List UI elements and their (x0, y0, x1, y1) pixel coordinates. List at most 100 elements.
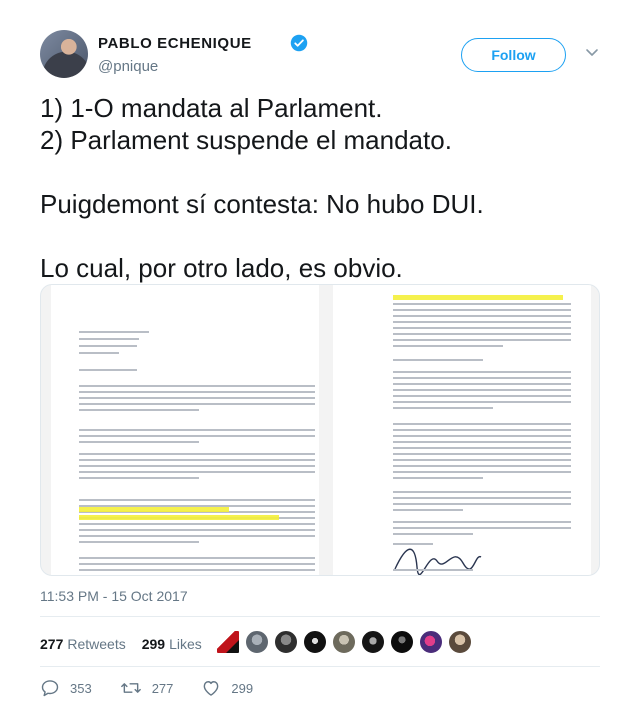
avatar[interactable] (332, 630, 356, 654)
retweet-icon (120, 683, 141, 693)
document-text-line (393, 327, 571, 329)
avatar[interactable] (40, 30, 88, 78)
attached-image[interactable] (40, 284, 600, 576)
tweet-line: Lo cual, por otro lado, es obvio. (40, 253, 403, 283)
document-text-line (79, 523, 315, 525)
document-text-line (393, 407, 493, 409)
like-button[interactable]: 299 (201, 678, 253, 698)
likers-avatars (216, 630, 477, 654)
document-text-line (393, 377, 571, 379)
document-text-line (393, 459, 571, 461)
document-text-line (393, 389, 571, 391)
avatar[interactable] (419, 630, 443, 654)
document-text-line (393, 527, 571, 529)
tweet-line (40, 156, 600, 188)
document-text-line (79, 369, 137, 371)
tweet-actions: 353 277 299 (40, 678, 281, 698)
author-handle[interactable]: @pnique (98, 58, 158, 75)
likes-label[interactable]: Likes (169, 636, 202, 652)
reply-count: 353 (70, 680, 92, 696)
document-text-line (393, 465, 571, 467)
document-text-line (79, 535, 315, 537)
avatar[interactable] (390, 630, 414, 654)
chevron-down-icon[interactable] (584, 44, 600, 60)
verified-badge-icon (290, 34, 308, 52)
avatar[interactable] (448, 630, 472, 654)
document-text-line (79, 575, 315, 576)
document-text-line (393, 395, 571, 397)
document-text-line (393, 509, 463, 511)
likes-count[interactable]: 299 (142, 636, 165, 652)
document-highlight (393, 295, 563, 300)
document-text-line (393, 435, 571, 437)
tweet-stats: 277 Retweets 299 Likes (40, 632, 202, 656)
document-text-line (393, 453, 571, 455)
tweet-line: Puigdemont sí contesta: No hubo DUI. (40, 189, 484, 219)
avatar[interactable] (245, 630, 269, 654)
like-count: 299 (231, 680, 254, 696)
avatar[interactable] (274, 630, 298, 654)
document-text-line (79, 459, 315, 461)
document-text-line (79, 403, 315, 405)
follow-button[interactable]: Follow (461, 38, 566, 72)
tweet-line: 1) 1-O mandata al Parlament. (40, 93, 383, 123)
author-name[interactable]: PABLO ECHENIQUE (98, 35, 252, 52)
document-text-line (393, 321, 571, 323)
tweet-line: 2) Parlament suspende el mandato. (40, 125, 452, 155)
document-text-line (79, 465, 315, 467)
retweet-count: 277 (151, 680, 174, 696)
document-text-line (79, 499, 315, 501)
document-text-line (393, 423, 571, 425)
document-highlight (79, 515, 279, 520)
retweets-count[interactable]: 277 (40, 636, 63, 652)
document-text-line (393, 471, 571, 473)
document-text-line (393, 333, 571, 335)
document-text-line (79, 338, 139, 340)
reply-button[interactable]: 353 (40, 678, 92, 698)
document-text-line (393, 383, 571, 385)
document-text-line (393, 491, 571, 493)
document-text-line (79, 563, 315, 565)
document-text-line (393, 359, 483, 361)
document-text-line (79, 441, 199, 443)
avatar[interactable] (216, 630, 240, 654)
document-text-line (79, 471, 315, 473)
document-highlight (79, 507, 229, 512)
document-text-line (79, 345, 137, 347)
tweet-text: 1) 1-O mandata al Parlament. 2) Parlamen… (40, 92, 600, 284)
document-text-line (393, 429, 571, 431)
document-text-line (393, 447, 571, 449)
tweet-line (40, 220, 600, 252)
document-text-line (79, 331, 149, 333)
document-text-line (79, 435, 315, 437)
document-text-line (393, 315, 571, 317)
document-text-line (393, 339, 571, 341)
document-text-line (79, 391, 315, 393)
document-text-line (393, 309, 571, 311)
document-text-line (79, 397, 315, 399)
document-page-left (51, 285, 319, 576)
document-page-right (333, 285, 591, 575)
document-text-line (393, 401, 571, 403)
retweet-button[interactable]: 277 (120, 678, 174, 698)
tweet-timestamp[interactable]: 11:53 PM - 15 Oct 2017 (40, 588, 188, 604)
divider (40, 666, 600, 667)
retweets-label[interactable]: Retweets (67, 636, 125, 652)
document-text-line (393, 503, 571, 505)
document-text-line (393, 371, 571, 373)
avatar[interactable] (303, 630, 327, 654)
document-text-line (79, 429, 315, 431)
document-text-line (79, 529, 315, 531)
document-text-line (393, 533, 473, 535)
document-text-line (79, 477, 199, 479)
document-text-line (393, 521, 571, 523)
like-icon (204, 681, 219, 696)
document-text-line (79, 385, 315, 387)
document-text-line (393, 497, 571, 499)
document-text-line (79, 557, 315, 559)
divider (40, 616, 600, 617)
document-text-line (393, 345, 503, 347)
document-text-line (79, 569, 315, 571)
document-text-line (79, 409, 199, 411)
avatar[interactable] (361, 630, 385, 654)
